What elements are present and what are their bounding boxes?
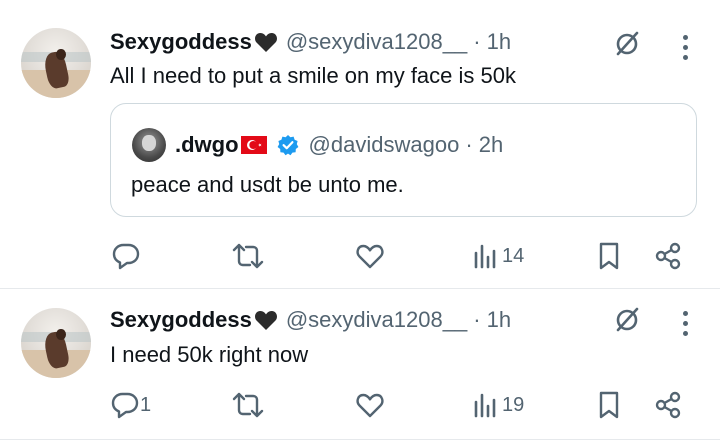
reply-button[interactable]: 1 [110,389,160,421]
timestamp[interactable]: · 1h [473,307,511,333]
tweet[interactable]: Sexygoddess @sexydiva1208__ · 1h All I n… [0,0,720,287]
black-heart-icon [254,33,277,52]
tweet-header: Sexygoddess @sexydiva1208__ · 1h [110,28,511,56]
verified-badge-icon [277,135,298,156]
quote-timestamp[interactable]: · 2h [465,132,503,158]
like-icon[interactable] [354,240,386,272]
reply-icon [111,392,139,419]
quoted-tweet[interactable]: .dwgo @davidswagoo · 2h peace and usdt b… [110,103,697,217]
quote-header: .dwgo @davidswagoo · 2h [175,130,503,160]
share-icon[interactable] [652,240,684,272]
views-count: 19 [502,393,525,416]
quote-avatar[interactable] [132,128,166,162]
quote-text: peace and usdt be unto me. [131,172,404,197]
tweet-text: All I need to put a smile on my face is … [110,63,516,88]
quote-author-handle[interactable]: @davidswagoo [309,132,460,158]
black-heart-icon [254,311,277,330]
views-icon [474,244,496,269]
grok-icon[interactable] [611,303,643,335]
like-icon[interactable] [354,389,386,421]
reply-count: 1 [140,393,152,416]
bookmark-icon[interactable] [594,240,624,272]
tweet-text: I need 50k right now [110,342,309,367]
views-count: 14 [502,244,525,267]
grok-icon[interactable] [611,27,643,59]
views-button[interactable]: 19 [472,391,532,419]
author-handle[interactable]: @sexydiva1208__ [286,307,467,333]
author-name[interactable]: Sexygoddess [110,29,252,55]
avatar[interactable] [21,28,91,98]
bookmark-icon[interactable] [594,389,624,421]
views-button[interactable]: 14 [472,242,532,270]
author-handle[interactable]: @sexydiva1208__ [286,29,467,55]
divider [0,439,720,440]
tweet-header: Sexygoddess @sexydiva1208__ · 1h [110,306,511,334]
reply-icon[interactable] [110,240,142,272]
retweet-icon[interactable] [230,240,266,272]
retweet-icon[interactable] [230,389,266,421]
avatar[interactable] [21,308,91,378]
views-icon [474,393,496,418]
tweet[interactable]: Sexygoddess @sexydiva1208__ · 1h I need … [0,289,720,439]
quote-author-name[interactable]: .dwgo [175,132,239,158]
more-icon[interactable] [682,311,688,341]
more-icon[interactable] [682,35,688,65]
share-icon[interactable] [652,389,684,421]
turkey-flag-icon [240,136,267,154]
timestamp[interactable]: · 1h [473,29,511,55]
author-name[interactable]: Sexygoddess [110,307,252,333]
